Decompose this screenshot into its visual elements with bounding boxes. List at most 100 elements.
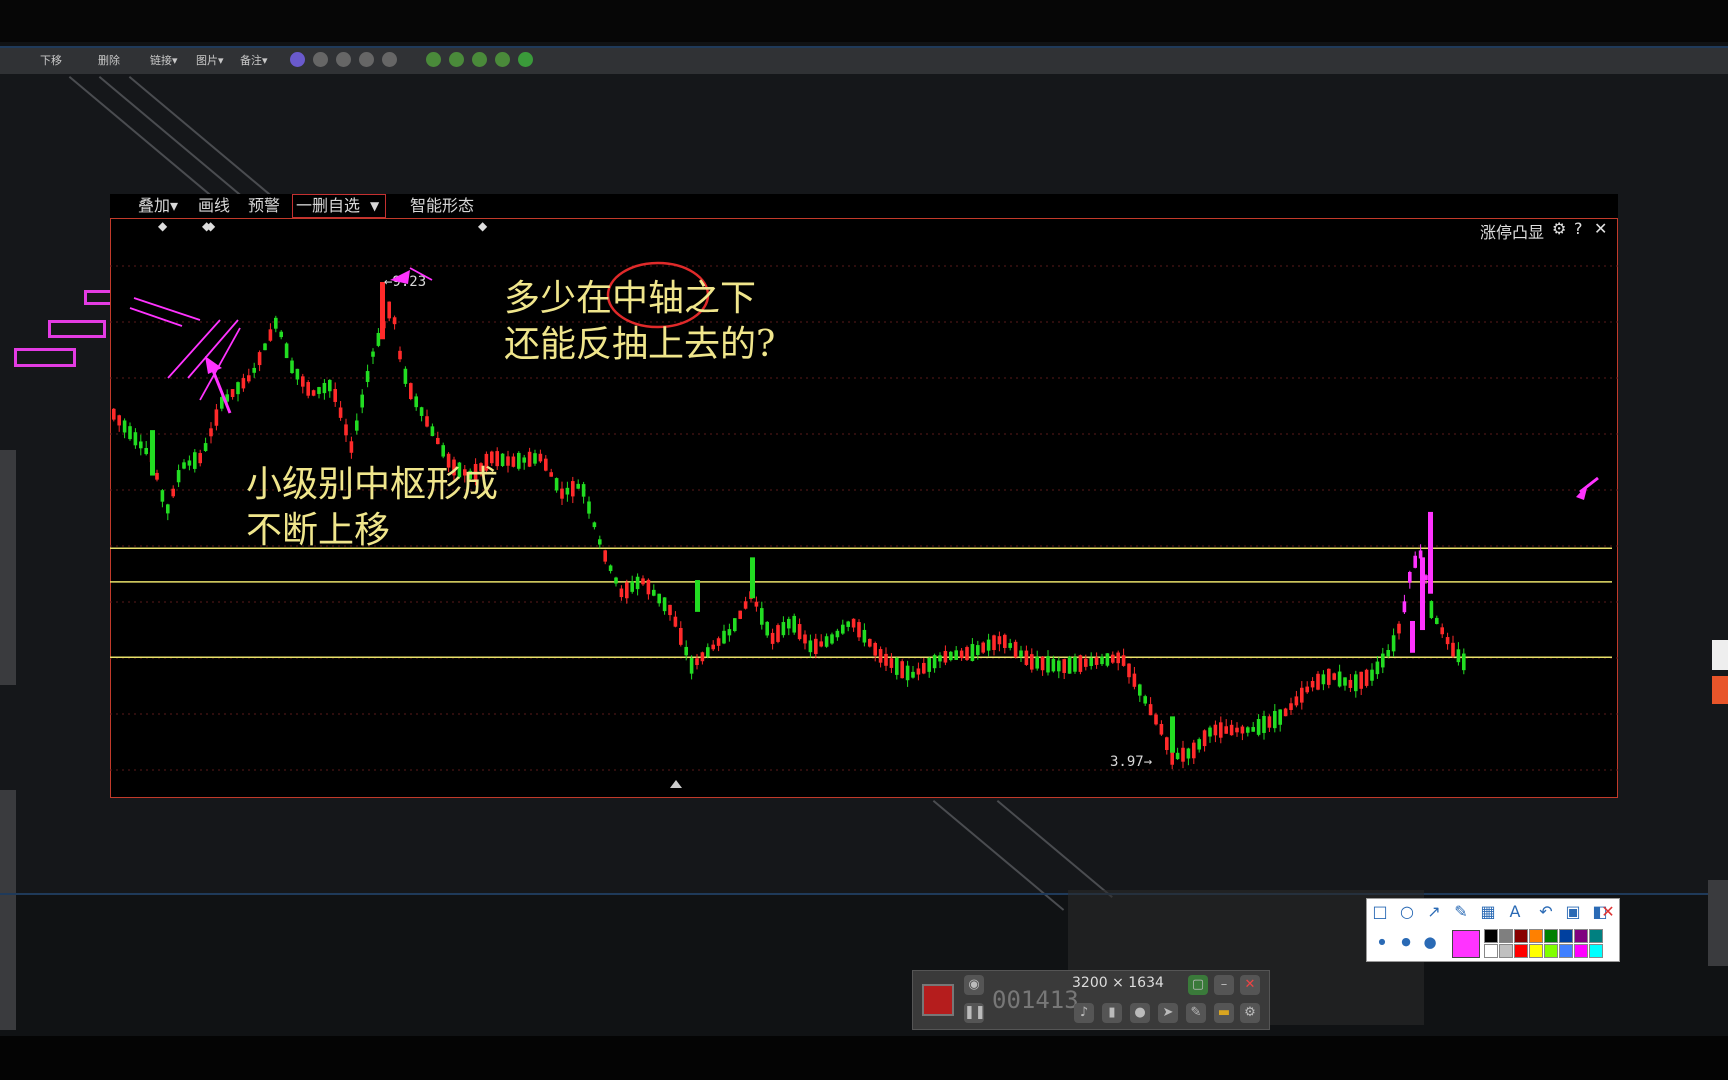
speaker-icon[interactable]: ♪ [1074,1003,1094,1023]
green-status-icon[interactable] [495,52,510,67]
minimize-icon[interactable]: – [1214,975,1234,995]
pager-dot[interactable] [290,52,305,67]
small-dot-size[interactable]: ● [1372,932,1392,952]
candle-body [1121,655,1126,666]
text-tool-icon[interactable]: A [1505,902,1525,922]
candle-body [274,317,278,329]
fullscreen-icon[interactable]: ▢ [1188,975,1208,995]
large-dot-size[interactable]: ● [1420,932,1440,952]
candle-body [257,352,262,366]
help-icon[interactable]: ? [1574,219,1583,238]
candle-body [970,644,975,661]
candle-body [295,368,300,380]
medium-dot-size[interactable]: ● [1396,932,1416,952]
candle-body [1413,555,1417,568]
green-status-icon[interactable] [449,52,464,67]
color-swatch[interactable] [1574,944,1588,958]
candle-body [360,394,364,408]
candle-body [1397,623,1401,634]
pager-dot[interactable] [359,52,374,67]
webcam-icon[interactable]: ● [1130,1003,1150,1023]
candle-body [387,301,391,319]
color-swatch[interactable] [1514,944,1528,958]
pause-icon[interactable]: ❚❚ [964,1003,986,1023]
smart-pattern-button[interactable]: 智能形态 [410,194,474,218]
color-swatch[interactable] [1589,944,1603,958]
candle-body [733,618,737,632]
color-swatch[interactable] [1529,929,1543,943]
ellipse-tool-icon[interactable]: ○ [1397,902,1417,922]
pager-dot[interactable] [382,52,397,67]
mosaic-tool-icon[interactable]: ▦ [1478,902,1498,922]
candle-body [1246,727,1250,733]
pager-dot[interactable] [313,52,328,67]
candle-body [441,445,445,457]
color-swatch[interactable] [1559,944,1573,958]
current-color-swatch[interactable] [1452,930,1480,958]
green-status-icon[interactable] [472,52,487,67]
candle-body [355,420,359,431]
pen-icon[interactable]: ✎ [1186,1003,1206,1023]
note-menu[interactable]: 备注▾ [240,52,268,68]
color-swatch[interactable] [1544,929,1558,943]
impulse-candle [1428,511,1433,594]
stop-record-button[interactable] [922,984,954,1016]
close-icon[interactable]: ✕ [1240,975,1260,995]
remove-watchlist-button[interactable]: 一删自选 [296,194,360,218]
folder-icon[interactable]: ▬ [1214,1003,1234,1023]
alert-button[interactable]: 预警 [248,194,280,218]
color-swatch[interactable] [1514,929,1528,943]
save-icon[interactable]: ▣ [1563,902,1583,922]
candle-body [1418,550,1423,559]
check-icon[interactable] [518,52,533,67]
candle-body [916,668,921,675]
candle-body [754,601,759,607]
image-menu[interactable]: 图片▾ [196,52,224,68]
candle-body [522,457,526,463]
cursor-icon[interactable]: ➤ [1158,1003,1178,1023]
overlay-menu[interactable]: 叠加▾ [138,194,178,218]
link-menu[interactable]: 链接▾ [150,52,178,68]
color-swatch[interactable] [1589,929,1603,943]
color-swatch[interactable] [1544,944,1558,958]
move-down-button[interactable]: 下移 [40,52,62,68]
close-icon[interactable]: ✕ [1598,902,1618,922]
camera-icon[interactable]: ◉ [964,975,984,995]
color-swatch[interactable] [1559,929,1573,943]
arrow-tool-icon[interactable]: ↗ [1424,902,1444,922]
color-swatch[interactable] [1499,929,1513,943]
pager-dot[interactable] [336,52,351,67]
candle-body [344,424,348,436]
color-swatch[interactable] [1574,929,1588,943]
close-icon[interactable]: ✕ [1594,219,1607,238]
candle-body [608,565,613,572]
right-edge-widget[interactable] [1712,676,1728,704]
brush-tool-icon[interactable]: ✎ [1451,902,1471,922]
candle-body [841,624,845,634]
delete-button[interactable]: 删除 [98,52,120,68]
right-edge-widget[interactable] [1712,640,1728,670]
candle-body [376,332,381,346]
annotation-small-pivot: 小级别中枢形成 不断上移 [246,464,499,551]
microphone-icon[interactable]: ▮ [1102,1003,1122,1023]
limit-up-highlight-label[interactable]: 涨停凸显 [1480,219,1544,243]
chevron-down-icon[interactable]: ▼ [370,194,379,218]
candle-body [1402,601,1407,613]
candle-body [338,407,343,418]
candle-body [1073,657,1077,672]
candle-body [133,432,138,446]
green-status-icon[interactable] [426,52,441,67]
color-swatch[interactable] [1484,929,1498,943]
candle-body [1429,601,1434,618]
undo-icon[interactable]: ↶ [1536,902,1556,922]
rectangle-tool-icon[interactable]: □ [1370,902,1390,922]
draw-line-button[interactable]: 画线 [198,194,230,218]
candle-body [1300,687,1304,703]
color-swatch[interactable] [1529,944,1543,958]
gear-icon[interactable]: ⚙ [1240,1003,1260,1023]
candle-body [214,409,219,426]
color-swatch[interactable] [1499,944,1513,958]
candle-body [878,649,883,663]
color-swatch[interactable] [1484,944,1498,958]
gear-icon[interactable]: ⚙ [1552,219,1566,238]
